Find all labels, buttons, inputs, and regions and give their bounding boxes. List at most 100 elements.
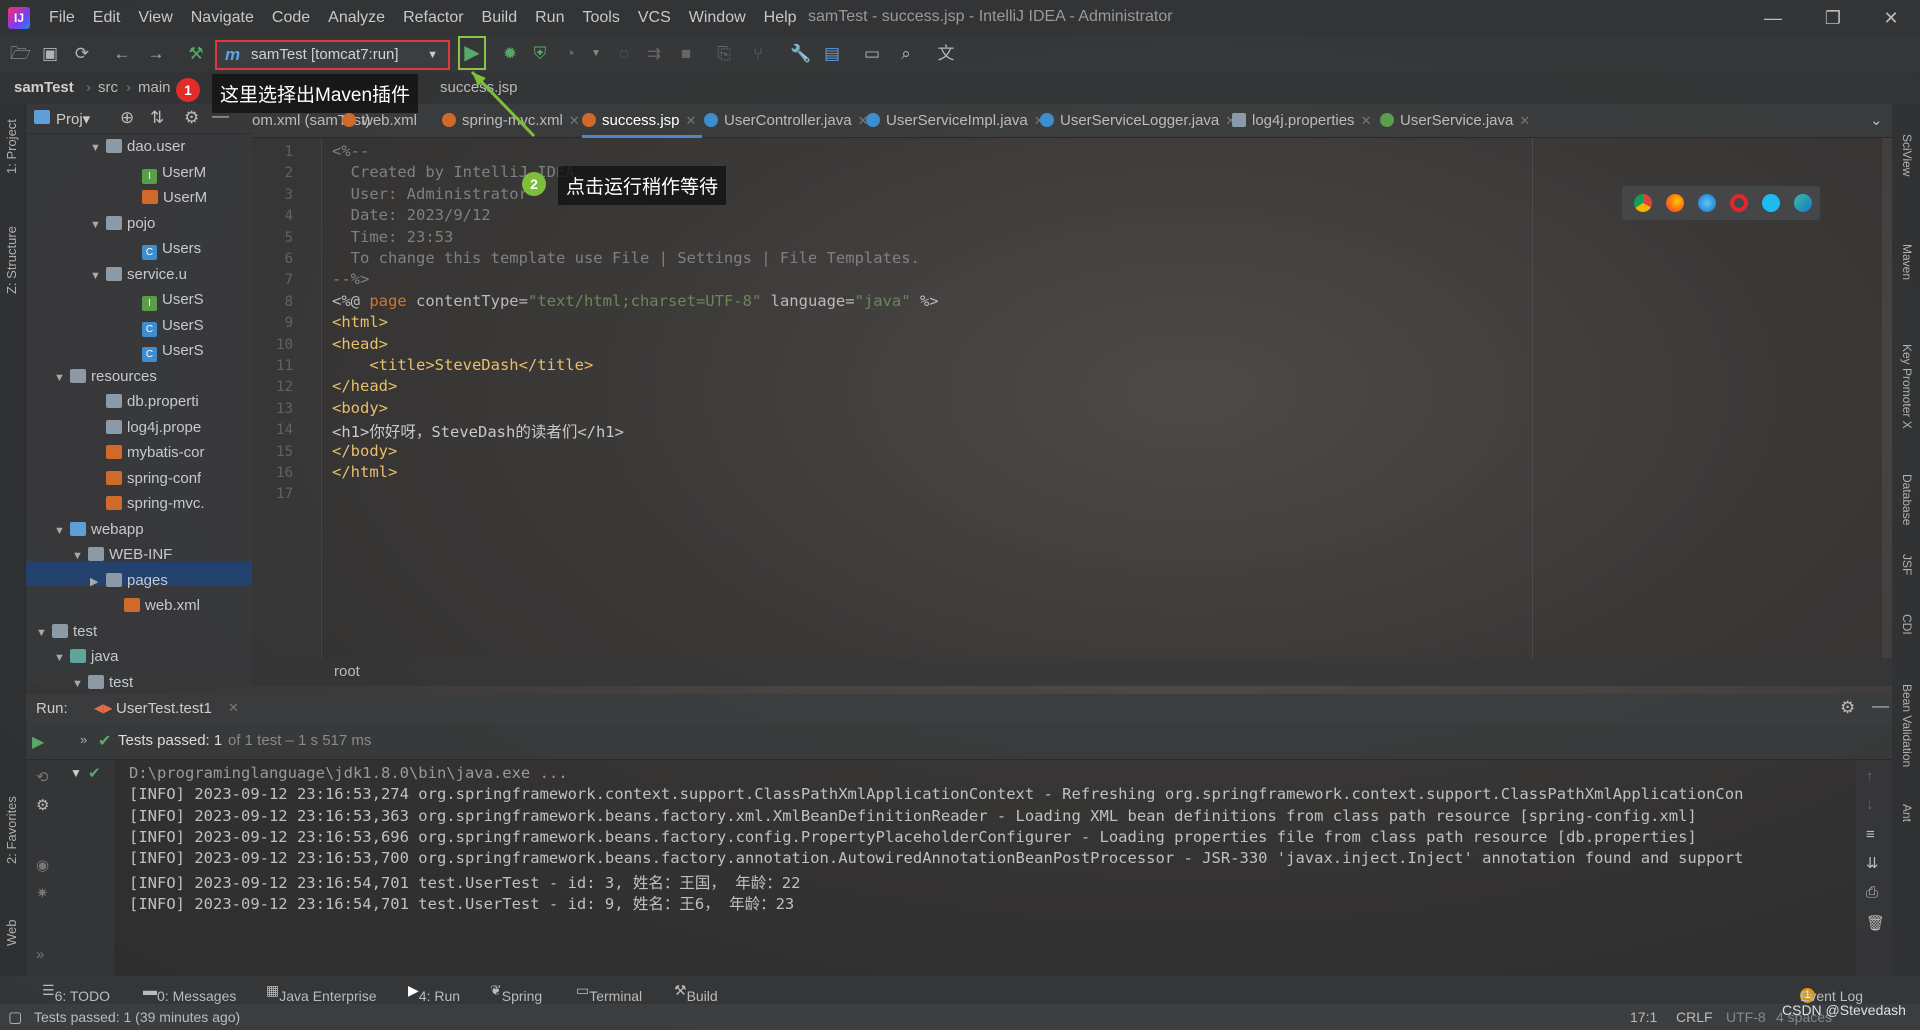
- expanded-triangle-icon[interactable]: ▼: [54, 366, 70, 389]
- menu-tools[interactable]: Tools: [573, 9, 628, 27]
- tab-log4j-properties[interactable]: log4j.properties ✕: [1232, 104, 1371, 138]
- profile-dropdown-icon[interactable]: ▼: [586, 44, 606, 64]
- breadcrumb-file[interactable]: success.jsp: [440, 79, 518, 96]
- tree-item[interactable]: spring-conf: [90, 466, 201, 491]
- sync-icon[interactable]: ⟳: [72, 44, 92, 64]
- status-toggle-icon[interactable]: ▢: [8, 1008, 22, 1026]
- expand-more-icon[interactable]: »: [80, 732, 87, 747]
- tool-ant[interactable]: Ant: [1900, 804, 1914, 822]
- tree-item[interactable]: ▼ service.u: [90, 262, 187, 287]
- translate-icon[interactable]: 文: [936, 44, 956, 64]
- gear-icon[interactable]: ⚙: [184, 108, 199, 128]
- tree-item[interactable]: ▼ resources: [54, 364, 157, 389]
- tab-spring-mvc-xml[interactable]: spring-mvc.xml ✕: [442, 104, 580, 138]
- test-tree-expand-icon[interactable]: ▼: [70, 766, 82, 780]
- terminal-window-icon[interactable]: ▭: [862, 44, 882, 64]
- rerun-icon[interactable]: ▶: [32, 732, 44, 752]
- expanded-triangle-icon[interactable]: ▼: [36, 621, 52, 644]
- tool-run[interactable]: ▶ 4: Run: [408, 982, 460, 1004]
- build-hammer-icon[interactable]: ⚒: [186, 44, 206, 64]
- tree-item[interactable]: log4j.prope: [90, 415, 201, 440]
- tab-userservice-java[interactable]: UserService.java ✕: [1380, 104, 1530, 138]
- minimize-icon[interactable]: —: [1750, 4, 1796, 32]
- forward-icon[interactable]: →: [146, 44, 166, 64]
- tool-cdi[interactable]: CDI: [1900, 614, 1914, 635]
- tree-item[interactable]: I UserS: [126, 287, 204, 312]
- edge-icon[interactable]: [1794, 194, 1812, 212]
- tool-messages[interactable]: ▬ 0: Messages: [143, 982, 236, 1004]
- expanded-triangle-icon[interactable]: ▼: [54, 519, 70, 542]
- breadcrumb-project[interactable]: samTest: [14, 79, 74, 96]
- project-structure-icon[interactable]: ▤: [822, 44, 842, 64]
- console-output[interactable]: D:\programinglanguage\jdk1.8.0\bin\java.…: [116, 760, 1856, 976]
- collapse-all-icon[interactable]: ⇅: [150, 108, 164, 128]
- menu-edit[interactable]: Edit: [84, 9, 130, 27]
- tree-item[interactable]: db.properti: [90, 389, 199, 414]
- run-config-tab[interactable]: UserTest.test1: [116, 700, 212, 717]
- tree-item[interactable]: ▶ pages: [90, 568, 168, 593]
- tabs-overflow-icon[interactable]: ⌄: [1870, 104, 1883, 138]
- tree-item[interactable]: ▼ test: [72, 670, 133, 695]
- tree-item[interactable]: ▼ java: [54, 644, 119, 669]
- attach-icon[interactable]: ◌: [614, 44, 634, 64]
- expanded-triangle-icon[interactable]: ▼: [72, 672, 88, 695]
- breadcrumb-src[interactable]: src: [98, 79, 118, 96]
- close-icon[interactable]: ✕: [1868, 4, 1914, 32]
- menu-help[interactable]: Help: [755, 9, 806, 27]
- stop-run-icon[interactable]: ⟲: [36, 768, 49, 786]
- firefox-icon[interactable]: [1666, 194, 1684, 212]
- tool-spring[interactable]: ❦ Spring: [490, 982, 542, 1004]
- menu-navigate[interactable]: Navigate: [182, 9, 263, 27]
- tool-terminal[interactable]: ▭ Terminal: [576, 982, 642, 1004]
- tool-structure[interactable]: Z: Structure: [4, 226, 19, 294]
- tree-item[interactable]: ▼ webapp: [54, 517, 144, 542]
- file-encoding[interactable]: UTF-8: [1726, 1009, 1766, 1025]
- search-icon[interactable]: ⌕: [896, 44, 916, 64]
- tool-jsf[interactable]: JSF: [1900, 554, 1914, 575]
- tab-success-jsp[interactable]: success.jsp ✕: [582, 104, 703, 138]
- menu-file[interactable]: File: [40, 9, 84, 27]
- restore-layout-icon[interactable]: ✷: [36, 884, 49, 902]
- coverage-icon[interactable]: ⛨: [530, 44, 550, 64]
- debug-icon[interactable]: ✹: [500, 44, 520, 64]
- menu-run[interactable]: Run: [526, 9, 573, 27]
- tree-item[interactable]: ▼ WEB-INF: [72, 542, 172, 567]
- scroll-down-icon[interactable]: ↓: [1866, 796, 1874, 813]
- collapsed-triangle-icon[interactable]: ▶: [90, 570, 106, 593]
- expanded-triangle-icon[interactable]: ▼: [90, 136, 106, 159]
- project-view-select[interactable]: Proj▾: [56, 110, 90, 128]
- tool-web[interactable]: Web: [4, 920, 19, 947]
- tree-item[interactable]: ▼ dao.user: [90, 134, 185, 159]
- gear-icon[interactable]: ⚙: [1840, 698, 1855, 718]
- tree-item[interactable]: spring-mvc.: [90, 491, 205, 516]
- restore-icon[interactable]: ❐: [1810, 4, 1856, 32]
- run-button[interactable]: ▶: [458, 36, 486, 70]
- tree-item[interactable]: mybatis-cor: [90, 440, 205, 465]
- profile-icon[interactable]: ◔: [560, 44, 580, 64]
- pin-tab-icon[interactable]: ⚙: [36, 796, 49, 814]
- tree-item[interactable]: C UserS: [126, 338, 204, 363]
- hide-panel-icon[interactable]: —: [1872, 696, 1889, 716]
- expanded-triangle-icon[interactable]: ▼: [72, 544, 88, 567]
- tool-java-enterprise[interactable]: ▦ Java Enterprise: [266, 982, 377, 1004]
- scroll-up-icon[interactable]: ↑: [1866, 768, 1874, 785]
- scroll-to-end-icon[interactable]: ⇊: [1866, 854, 1879, 872]
- tab-userservicelogger-java[interactable]: UserServiceLogger.java ✕: [1040, 104, 1236, 138]
- safari-icon[interactable]: [1698, 194, 1716, 212]
- tool-todo[interactable]: ☰ 6: TODO: [42, 982, 110, 1004]
- tree-item[interactable]: C UserS: [126, 313, 204, 338]
- line-separator[interactable]: CRLF: [1676, 1009, 1713, 1025]
- menu-refactor[interactable]: Refactor: [394, 9, 472, 27]
- stop-icon[interactable]: ■: [676, 44, 696, 64]
- tool-project[interactable]: 1: Project: [4, 119, 19, 174]
- tab-userserviceimpl-java[interactable]: UserServiceImpl.java✕: [866, 104, 1045, 138]
- close-tab-icon[interactable]: ✕: [686, 113, 697, 128]
- chrome-icon[interactable]: [1634, 194, 1652, 212]
- tool-sciview[interactable]: SciView: [1900, 134, 1914, 176]
- menu-build[interactable]: Build: [473, 9, 527, 27]
- menu-view[interactable]: View: [129, 9, 181, 27]
- soft-wrap-icon[interactable]: ≡: [1866, 826, 1875, 843]
- trash-icon[interactable]: 🗑: [1866, 914, 1885, 932]
- tree-item[interactable]: ▼ pojo: [90, 211, 155, 236]
- git-icon[interactable]: ⑂: [748, 44, 768, 64]
